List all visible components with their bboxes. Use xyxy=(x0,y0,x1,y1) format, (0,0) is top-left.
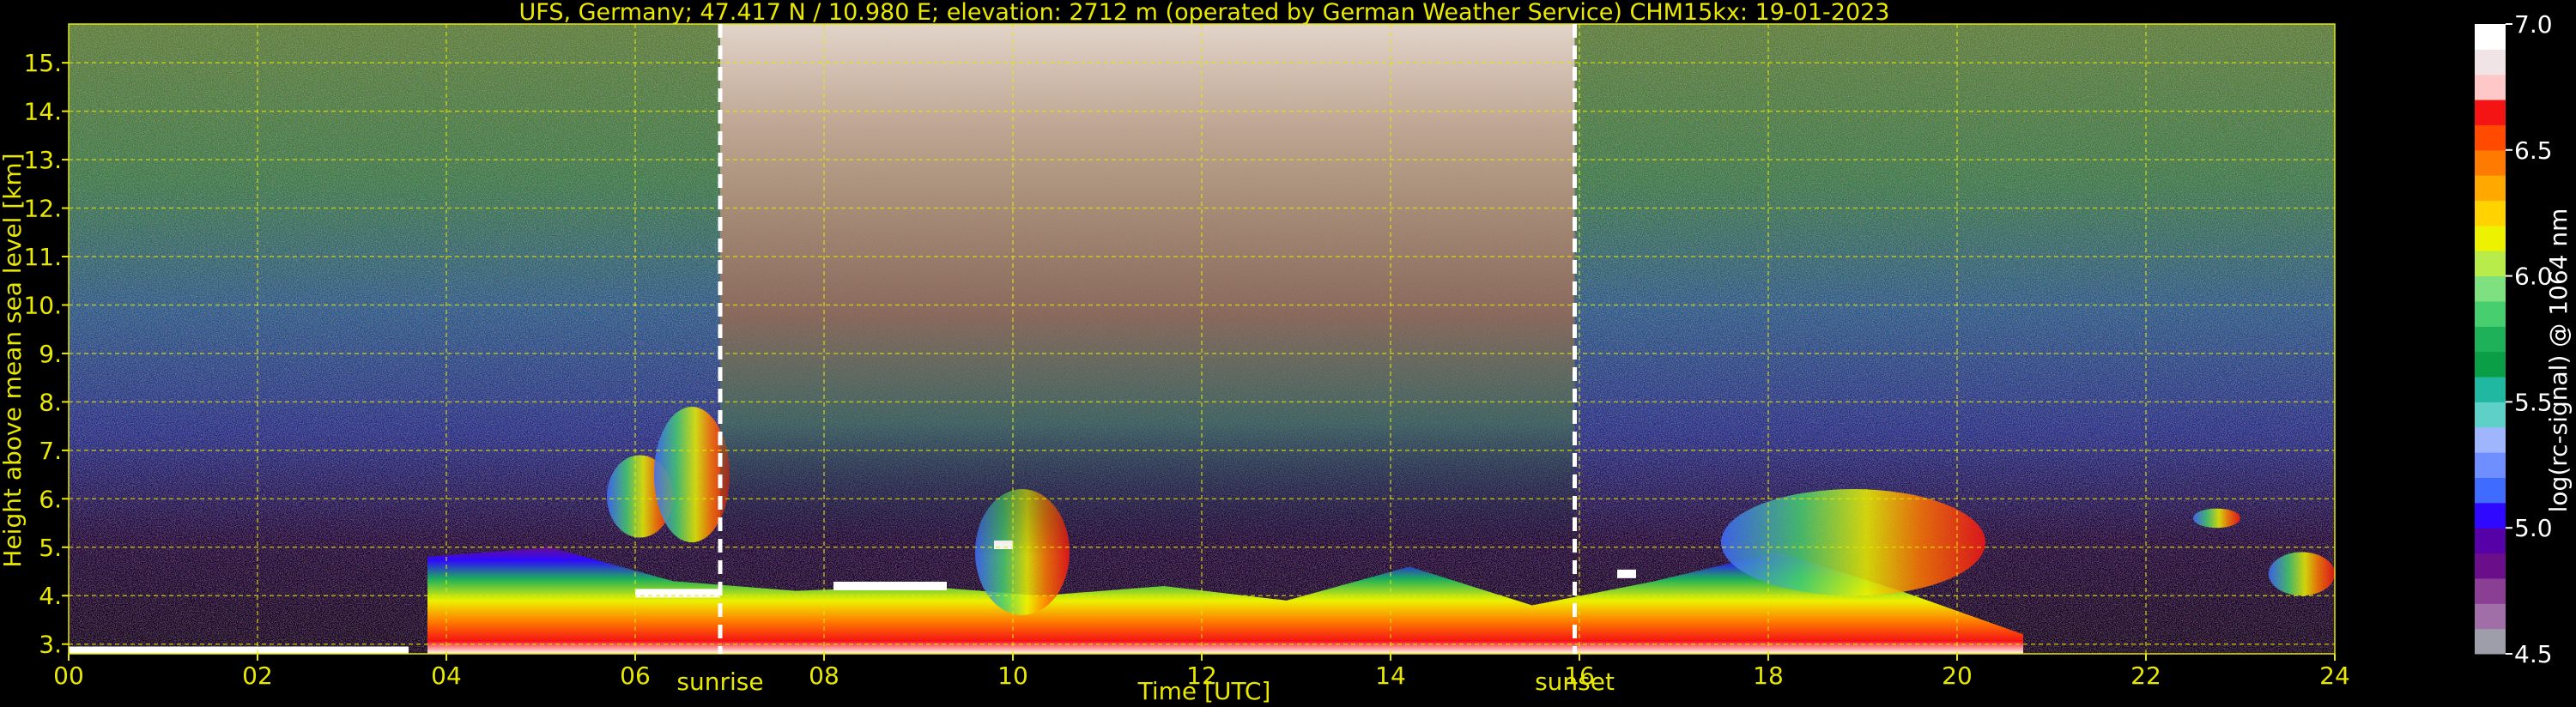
x-tick-label-4: 08 xyxy=(809,662,839,690)
x-tick-label-5: 10 xyxy=(997,662,1028,690)
series-cloud-layer-6 xyxy=(2269,552,2335,596)
x-tick-label-0: 00 xyxy=(53,662,84,690)
x-tick-label-12: 24 xyxy=(2319,662,2350,690)
colorbar-segment-2 xyxy=(2475,577,2506,604)
colorbar-tick-label-4: 6.5 xyxy=(2514,136,2553,165)
y-tick-label-7: 10. xyxy=(23,291,62,319)
x-tick-label-2: 04 xyxy=(431,662,462,690)
y-tick-label-9: 12. xyxy=(23,195,62,223)
colorbar-segment-6 xyxy=(2475,477,2506,504)
y-tick-label-0: 3. xyxy=(39,631,62,659)
colorbar-segment-1 xyxy=(2475,603,2506,630)
y-tick-label-1: 4. xyxy=(39,582,62,610)
x-tick-label-9: 18 xyxy=(1753,662,1784,690)
x-tick-label-1: 02 xyxy=(242,662,273,690)
series-cloud-layer-5 xyxy=(1721,489,1985,596)
colorbar-segment-5 xyxy=(2475,502,2506,529)
colorbar-segment-20 xyxy=(2475,124,2506,151)
colorbar-segment-17 xyxy=(2475,200,2506,227)
colorbar-segment-14 xyxy=(2475,275,2506,302)
y-tick-label-3: 6. xyxy=(39,485,62,513)
y-tick-label-6: 9. xyxy=(39,340,62,368)
colorbar-segment-4 xyxy=(2475,528,2506,554)
series-daylight-noise-12 xyxy=(720,24,1575,557)
colorbar: 4.55.05.56.06.57.0 xyxy=(2475,10,2553,668)
ceilometer-chart: 00 02 04 06 08 10 12 14 16 18 20 22 24 3.4.5.6.7.8.9… xyxy=(0,0,2573,705)
series-white-band-11 xyxy=(1617,569,1636,578)
colorbar-label: log(rc-signal) @ 1064 nm xyxy=(2544,208,2573,513)
colorbar-segment-22 xyxy=(2475,74,2506,100)
colorbar-segment-19 xyxy=(2475,149,2506,176)
colorbar-segment-18 xyxy=(2475,175,2506,202)
colorbar-segment-13 xyxy=(2475,300,2506,327)
colorbar-segment-10 xyxy=(2475,377,2506,402)
colorbar-segment-0 xyxy=(2475,628,2506,655)
y-tick-label-12: 15. xyxy=(23,49,62,77)
y-axis: 3. 4. 5. 6. 7. 8. 9. 10. 11. 12. 13. 14. 15. xyxy=(23,49,69,659)
y-tick-label-8: 11. xyxy=(23,243,62,271)
x-tick-label-3: 06 xyxy=(620,662,651,690)
colorbar-segment-7 xyxy=(2475,452,2506,478)
colorbar-segment-8 xyxy=(2475,426,2506,453)
y-tick-label-11: 14. xyxy=(23,98,62,126)
y-tick-label-5: 8. xyxy=(39,388,62,416)
colorbar-tick-label-0: 4.5 xyxy=(2514,640,2553,668)
series-white-band-9 xyxy=(833,581,947,590)
colorbar-segment-3 xyxy=(2475,553,2506,579)
y-tick-label-4: 7. xyxy=(39,437,62,465)
colorbar-segment-21 xyxy=(2475,100,2506,125)
series-surface-signal-0 xyxy=(69,646,409,654)
series-white-band-8 xyxy=(635,589,720,598)
colorbar-segment-9 xyxy=(2475,402,2506,428)
x-axis-label: Time [UTC] xyxy=(1137,677,1271,705)
annotation-label-sunrise: sunrise xyxy=(676,668,763,696)
annotation-label-sunset: sunset xyxy=(1535,668,1615,696)
colorbar-tick-label-1: 5.0 xyxy=(2514,514,2553,542)
colorbar-segment-11 xyxy=(2475,351,2506,378)
y-tick-label-2: 5. xyxy=(39,534,62,562)
x-tick-label-11: 22 xyxy=(2131,662,2161,690)
y-axis-label: Height above mean sea level [km] xyxy=(0,153,27,567)
colorbar-tick-label-5: 7.0 xyxy=(2514,10,2553,39)
x-tick-label-7: 14 xyxy=(1375,662,1406,690)
colorbar-segment-12 xyxy=(2475,326,2506,353)
series-cloud-layer-7 xyxy=(2193,508,2240,529)
y-tick-label-10: 13. xyxy=(23,146,62,174)
colorbar-segment-15 xyxy=(2475,251,2506,277)
colorbar-segment-23 xyxy=(2475,49,2506,76)
colorbar-segment-24 xyxy=(2475,24,2506,50)
chart-title: UFS, Germany; 47.417 N / 10.980 E; eleva… xyxy=(519,0,1890,26)
colorbar-segment-16 xyxy=(2475,225,2506,251)
x-tick-label-10: 20 xyxy=(1942,662,1973,690)
